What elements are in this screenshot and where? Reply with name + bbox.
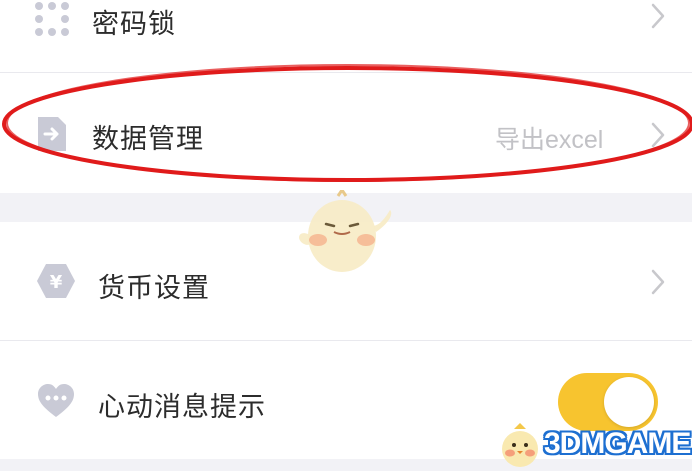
chevron-right-icon [650,121,666,149]
settings-item-label: 密码锁 [92,9,176,40]
settings-item-label: 货币设置 [98,273,210,304]
export-file-icon [36,115,68,157]
svg-text:¥: ¥ [50,272,63,293]
heart-chat-icon [36,383,76,423]
chevron-right-icon [650,2,666,30]
settings-item-data-management[interactable]: 数据管理 导出excel [0,73,692,193]
export-excel-value: 导出excel [495,126,604,154]
dots-grid-icon [34,0,70,40]
settings-item-label: 数据管理 [92,124,204,155]
watermark-text: 3DMGAME [544,427,691,460]
chick-mascot-watermark [299,190,392,272]
site-watermark: 3DMGAME [494,419,691,471]
yen-hexagon-icon: ¥ [36,262,76,304]
settings-item-label: 心动消息提示 [98,392,266,423]
chick-logo-icon [502,423,538,467]
chevron-right-icon [650,268,666,296]
settings-item-password-lock[interactable]: 密码锁 [0,0,692,72]
